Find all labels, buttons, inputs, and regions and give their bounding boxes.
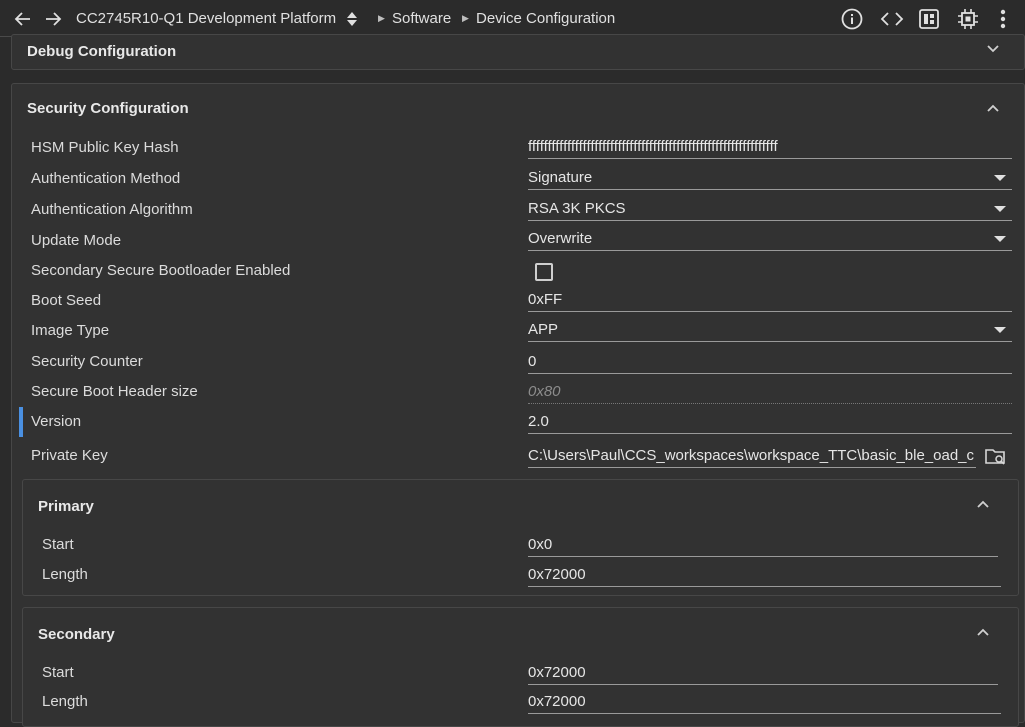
breadcrumb-chevron-icon: ▶ [462,13,469,23]
update-mode-label: Update Mode [31,232,122,249]
image-type-value: APP [528,321,559,338]
primary-start-input[interactable]: 0x0 [528,535,998,557]
secure-boot-header-size-input: 0x80 [528,382,1012,404]
dropdown-arrow-icon [994,175,1006,181]
debug-configuration-panel[interactable]: Debug Configuration [11,34,1025,70]
secure-boot-header-size-value: 0x80 [528,383,561,400]
authentication-algorithm-value: RSA 3K PKCS [528,200,626,217]
debug-configuration-title[interactable]: Debug Configuration [27,43,176,60]
version-value: 2.0 [528,413,549,430]
primary-length-value: 0x72000 [528,566,586,583]
sort-updown-icon[interactable] [346,0,358,37]
chevron-up-icon[interactable] [986,100,1000,117]
top-toolbar: CC2745R10-Q1 Development Platform ▶ Soft… [0,0,1025,37]
private-key-label: Private Key [31,447,108,464]
breadcrumb-software[interactable]: Software [392,0,451,37]
dropdown-arrow-icon [994,206,1006,212]
chip-icon[interactable] [957,0,979,37]
boot-seed-value: 0xFF [528,291,563,308]
security-counter-value: 0 [528,353,537,370]
primary-title[interactable]: Primary [38,498,94,515]
primary-start-value: 0x0 [528,536,553,553]
more-vertical-icon[interactable] [1000,0,1006,37]
boot-seed-label: Boot Seed [31,292,102,309]
version-input[interactable]: 2.0 [528,412,1012,434]
security-configuration-title[interactable]: Security Configuration [27,100,189,117]
primary-length-input[interactable]: 0x72000 [528,565,1001,587]
boot-seed-input[interactable]: 0xFF [528,290,1012,312]
authentication-method-label: Authentication Method [31,170,181,187]
device-title[interactable]: CC2745R10-Q1 Development Platform [76,0,336,37]
breadcrumb-device-configuration[interactable]: Device Configuration [476,0,615,37]
chevron-up-icon[interactable] [976,624,990,641]
dropdown-arrow-icon [994,327,1006,333]
back-arrow-icon[interactable] [14,0,32,37]
chevron-up-icon[interactable] [976,496,990,513]
chevron-down-icon[interactable] [986,41,1000,58]
update-mode-value: Overwrite [528,230,593,247]
image-type-select[interactable]: APP [528,320,1012,342]
authentication-algorithm-label: Authentication Algorithm [31,201,193,218]
secondary-title[interactable]: Secondary [38,626,115,643]
forward-arrow-icon[interactable] [44,0,62,37]
image-type-label: Image Type [31,322,110,339]
focus-indicator [19,407,23,437]
secondary-length-input[interactable]: 0x72000 [528,692,1001,714]
update-mode-select[interactable]: Overwrite [528,229,1012,251]
browse-folder-icon[interactable] [985,447,1007,471]
security-counter-label: Security Counter [31,353,143,370]
private-key-input[interactable]: C:\Users\Paul\CCS_workspaces\workspace_T… [528,446,976,468]
secondary-length-label: Length [42,693,88,710]
authentication-method-select[interactable]: Signature [528,168,1012,190]
secondary-start-input[interactable]: 0x72000 [528,663,998,685]
secondary-start-value: 0x72000 [528,664,586,681]
authentication-method-value: Signature [528,169,593,186]
secondary-start-label: Start [42,664,74,681]
secure-boot-header-size-label: Secure Boot Header size [31,383,198,400]
primary-start-label: Start [42,536,74,553]
secondary-length-value: 0x72000 [528,693,586,710]
authentication-algorithm-select[interactable]: RSA 3K PKCS [528,199,1012,221]
hsm-key-hash-input[interactable]: ffffffffffffffffffffffffffffffffffffffff… [528,137,1012,159]
private-key-value: C:\Users\Paul\CCS_workspaces\workspace_T… [528,447,975,464]
secondary-secure-bootloader-checkbox[interactable] [535,263,553,281]
security-counter-input[interactable]: 0 [528,352,1012,374]
dropdown-arrow-icon [994,236,1006,242]
hsm-key-hash-label: HSM Public Key Hash [31,139,179,156]
info-icon[interactable] [841,0,863,37]
primary-length-label: Length [42,566,88,583]
hsm-key-hash-value: ffffffffffffffffffffffffffffffffffffffff… [528,138,778,155]
version-label: Version [31,413,82,430]
breadcrumb-chevron-icon: ▶ [378,13,385,23]
code-brackets-icon[interactable] [880,0,904,37]
secondary-secure-bootloader-label: Secondary Secure Bootloader Enabled [31,262,291,279]
memory-board-icon[interactable] [918,0,940,37]
